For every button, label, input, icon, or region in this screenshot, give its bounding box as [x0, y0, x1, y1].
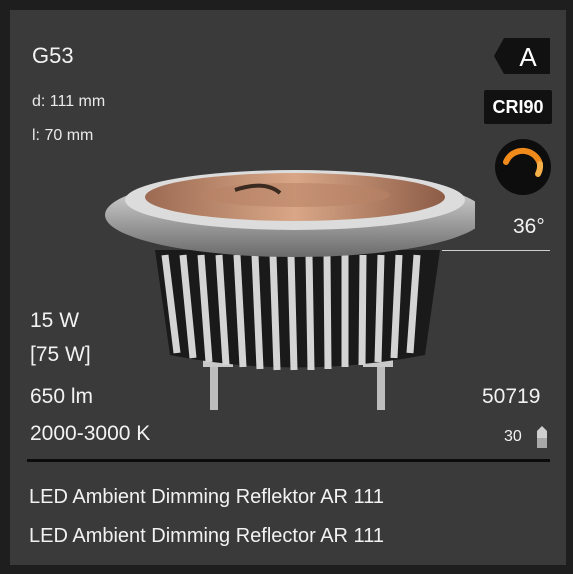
- cri-label: CRI90: [492, 97, 544, 117]
- energy-label-icon: A: [494, 38, 550, 74]
- product-card: G53 d: 111 mm l: 70 mm A CRI90 36° 15 W …: [10, 10, 566, 565]
- luminous-flux: 650 lm: [30, 385, 94, 408]
- beam-angle: 36°: [513, 215, 545, 238]
- diameter: d: 111 mm: [32, 93, 106, 110]
- power: 15 W: [30, 309, 80, 332]
- color-temperature: 2000-3000 K: [30, 422, 151, 445]
- length: l: 70 mm: [32, 127, 94, 144]
- product-name-en: LED Ambient Dimming Reflector AR 111: [29, 525, 384, 547]
- energy-class: A: [519, 42, 537, 72]
- socket-type: G53: [32, 43, 74, 68]
- ar111-bulb-image: [105, 170, 475, 410]
- article-number: 50719: [482, 385, 541, 408]
- pack-quantity: 30: [504, 428, 522, 445]
- power-equivalent: [75 W]: [30, 343, 91, 366]
- ambient-dimming-icon: [495, 139, 551, 195]
- divider: [27, 459, 550, 462]
- cri-badge: CRI90: [484, 90, 552, 124]
- product-name-de: LED Ambient Dimming Reflektor AR 111: [29, 486, 384, 508]
- package-icon: [537, 426, 547, 448]
